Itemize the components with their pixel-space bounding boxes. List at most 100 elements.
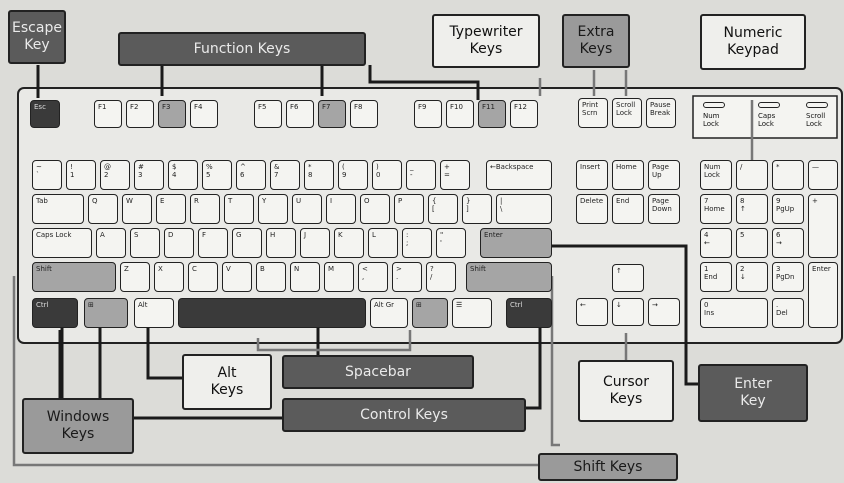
key-num-0[interactable]: 0 Ins xyxy=(700,298,768,328)
key-j[interactable]: J xyxy=(300,228,330,258)
key-arrow-right[interactable]: → xyxy=(648,298,680,326)
key-q[interactable]: Q xyxy=(88,194,118,224)
key-f1[interactable]: F1 xyxy=(94,100,122,128)
key-right-windows[interactable]: ⊞ xyxy=(412,298,448,328)
key-7[interactable]: & 7 xyxy=(270,160,300,190)
key-s[interactable]: S xyxy=(130,228,160,258)
key-left-ctrl[interactable]: Ctrl xyxy=(32,298,78,328)
key-a[interactable]: A xyxy=(96,228,126,258)
key-end[interactable]: End xyxy=(612,194,644,224)
key-equals[interactable]: + = xyxy=(440,160,470,190)
key-backspace[interactable]: ←Backspace xyxy=(486,160,552,190)
key-left-windows[interactable]: ⊞ xyxy=(84,298,128,328)
key-num-enter[interactable]: Enter xyxy=(808,262,838,328)
key-8[interactable]: * 8 xyxy=(304,160,334,190)
key-1[interactable]: ! 1 xyxy=(66,160,96,190)
key-right-bracket[interactable]: } ] xyxy=(462,194,492,224)
key-menu[interactable]: ☰ xyxy=(452,298,492,328)
key-num-4[interactable]: 4 ← xyxy=(700,228,732,258)
key-num-lock[interactable]: Num Lock xyxy=(700,160,732,190)
key-g[interactable]: G xyxy=(232,228,262,258)
key-m[interactable]: M xyxy=(324,262,354,292)
key-num-8[interactable]: 8 ↑ xyxy=(736,194,768,224)
key-b[interactable]: B xyxy=(256,262,286,292)
key-l[interactable]: L xyxy=(368,228,398,258)
key-f8[interactable]: F8 xyxy=(350,100,378,128)
key-home[interactable]: Home xyxy=(612,160,644,190)
key-delete[interactable]: Delete xyxy=(576,194,608,224)
key-k[interactable]: K xyxy=(334,228,364,258)
key-z[interactable]: Z xyxy=(120,262,150,292)
key-num-3[interactable]: 3 PgDn xyxy=(772,262,804,292)
key-left-bracket[interactable]: { [ xyxy=(428,194,458,224)
key-3[interactable]: # 3 xyxy=(134,160,164,190)
key-9[interactable]: ( 9 xyxy=(338,160,368,190)
key-5[interactable]: % 5 xyxy=(202,160,232,190)
key-num-9[interactable]: 9 PgUp xyxy=(772,194,804,224)
key-f6[interactable]: F6 xyxy=(286,100,314,128)
key-0[interactable]: ) 0 xyxy=(372,160,402,190)
key-alt-gr[interactable]: Alt Gr xyxy=(370,298,408,328)
key-right-shift[interactable]: Shift xyxy=(466,262,552,292)
key-o[interactable]: O xyxy=(360,194,390,224)
key-arrow-down[interactable]: ↓ xyxy=(612,298,644,326)
key-caps-lock[interactable]: Caps Lock xyxy=(32,228,92,258)
key-page-down[interactable]: Page Down xyxy=(648,194,680,224)
key-num-slash[interactable]: / xyxy=(736,160,768,190)
key-v[interactable]: V xyxy=(222,262,252,292)
key-right-ctrl[interactable]: Ctrl xyxy=(506,298,552,328)
key-f[interactable]: F xyxy=(198,228,228,258)
key-f11[interactable]: F11 xyxy=(478,100,506,128)
key-2[interactable]: @ 2 xyxy=(100,160,130,190)
key-num-1[interactable]: 1 End xyxy=(700,262,732,292)
key-4[interactable]: $ 4 xyxy=(168,160,198,190)
key-u[interactable]: U xyxy=(292,194,322,224)
key-w[interactable]: W xyxy=(122,194,152,224)
key-x[interactable]: X xyxy=(154,262,184,292)
key-f9[interactable]: F9 xyxy=(414,100,442,128)
key-minus[interactable]: _ - xyxy=(406,160,436,190)
key-num-minus[interactable]: — xyxy=(808,160,838,190)
key-left-shift[interactable]: Shift xyxy=(32,262,116,292)
key-page-up[interactable]: Page Up xyxy=(648,160,680,190)
key-insert[interactable]: Insert xyxy=(576,160,608,190)
key-num-2[interactable]: 2 ↓ xyxy=(736,262,768,292)
key-comma[interactable]: < , xyxy=(358,262,388,292)
key-scroll-lock[interactable]: Scroll Lock xyxy=(612,98,642,128)
key-num-star[interactable]: * xyxy=(772,160,804,190)
key-num-plus[interactable]: + xyxy=(808,194,838,258)
key-num-dot[interactable]: . Del xyxy=(772,298,804,328)
key-f4[interactable]: F4 xyxy=(190,100,218,128)
key-spacebar[interactable] xyxy=(178,298,366,328)
key-6[interactable]: ^ 6 xyxy=(236,160,266,190)
key-num-6[interactable]: 6 → xyxy=(772,228,804,258)
key-n[interactable]: N xyxy=(290,262,320,292)
key-left-alt[interactable]: Alt xyxy=(134,298,174,328)
key-f3[interactable]: F3 xyxy=(158,100,186,128)
key-tilde[interactable]: ~ ` xyxy=(32,160,62,190)
key-esc[interactable]: Esc xyxy=(30,100,60,128)
key-arrow-up[interactable]: ↑ xyxy=(612,264,644,292)
key-t[interactable]: T xyxy=(224,194,254,224)
key-f2[interactable]: F2 xyxy=(126,100,154,128)
key-d[interactable]: D xyxy=(164,228,194,258)
key-slash[interactable]: ? / xyxy=(426,262,456,292)
key-c[interactable]: C xyxy=(188,262,218,292)
key-pause-break[interactable]: Pause Break xyxy=(646,98,676,128)
key-h[interactable]: H xyxy=(266,228,296,258)
key-enter[interactable]: Enter xyxy=(480,228,552,258)
key-print-screen[interactable]: Print Scrn xyxy=(578,98,608,128)
key-tab[interactable]: Tab xyxy=(32,194,84,224)
key-period[interactable]: > . xyxy=(392,262,422,292)
key-backslash[interactable]: | \ xyxy=(496,194,552,224)
key-semicolon[interactable]: : ; xyxy=(402,228,432,258)
key-num-7[interactable]: 7 Home xyxy=(700,194,732,224)
key-f5[interactable]: F5 xyxy=(254,100,282,128)
key-num-5[interactable]: 5 xyxy=(736,228,768,258)
key-r[interactable]: R xyxy=(190,194,220,224)
key-p[interactable]: P xyxy=(394,194,424,224)
key-y[interactable]: Y xyxy=(258,194,288,224)
key-quote[interactable]: " ' xyxy=(436,228,466,258)
key-e[interactable]: E xyxy=(156,194,186,224)
key-f10[interactable]: F10 xyxy=(446,100,474,128)
